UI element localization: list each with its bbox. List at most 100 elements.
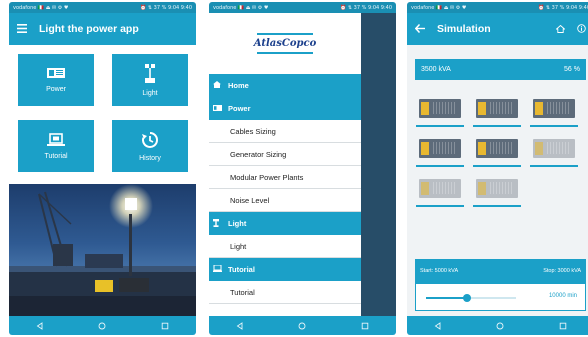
system-navbar — [407, 316, 588, 335]
generator-vent — [490, 102, 514, 114]
total-kva: 3500 kVA — [421, 66, 451, 73]
back-nav-icon[interactable] — [433, 321, 443, 331]
tile-label: Tutorial — [44, 152, 68, 160]
generator-door — [421, 182, 429, 195]
app-bar: Simulation — [407, 13, 588, 45]
tile-power[interactable]: Power — [18, 54, 94, 106]
load-percent: 56 % — [564, 66, 580, 73]
status-bar: vodafone 🇮🇹 ⏏ ✉ ⚙ ♥ ⏰ ⇅ 37 % 9:04 9:40 — [9, 2, 196, 13]
generator-door — [478, 182, 486, 195]
generator-underline — [473, 125, 521, 127]
drawer-menu: Home Power Cables Sizing Generator Sizin… — [209, 74, 361, 304]
generator-door — [535, 142, 543, 155]
laptop-icon — [47, 132, 65, 146]
tile-history[interactable]: History — [112, 120, 188, 172]
menu-section-home[interactable]: Home — [209, 74, 361, 97]
home-screen: vodafone 🇮🇹 ⏏ ✉ ⚙ ♥ ⏰ ⇅ 37 % 9:04 9:40 L… — [9, 2, 196, 335]
menu-section-label: Power — [228, 104, 251, 113]
status-right: ⏰ ⇅ 37 % 9:04 9:40 — [340, 4, 392, 11]
back-nav-icon[interactable] — [35, 321, 45, 331]
start-threshold: Start: 5000 kVA — [420, 268, 459, 274]
logo-bar-top — [257, 33, 313, 35]
status-right: ⏰ ⇅ 37 % 9:04 9:40 — [140, 4, 192, 11]
menu-section-label: Light — [228, 219, 247, 228]
generator-unit-yellow[interactable] — [415, 97, 464, 127]
slider-value: 10000 min — [548, 293, 577, 299]
generator-vent — [547, 102, 571, 114]
slider-fill — [426, 297, 467, 299]
system-navbar — [209, 316, 396, 335]
tile-label: Power — [46, 86, 66, 93]
menu-section-tutorial[interactable]: Tutorial — [209, 258, 361, 281]
status-bar: vodafone 🇮🇹 ⏏ ✉ ⚙ ♥ ⏰ ⇅ 37 % 9:04 9:40 — [407, 2, 588, 13]
hamburger-menu-icon[interactable] — [17, 20, 27, 38]
menu-item-tutorial[interactable]: Tutorial — [209, 281, 361, 304]
light-tower-icon — [145, 63, 155, 83]
generator-vent — [490, 142, 514, 154]
recents-nav-icon[interactable] — [160, 321, 170, 331]
menu-section-power[interactable]: Power — [209, 97, 361, 120]
status-left: vodafone 🇮🇹 ⏏ ✉ ⚙ ♥ — [13, 4, 69, 11]
screen-title: Simulation — [437, 23, 491, 35]
home-nav-icon[interactable] — [495, 321, 505, 331]
home-icon — [213, 81, 223, 90]
drawer-screen: vodafone 🇮🇹 ⏏ ✉ ⚙ ♥ ⏰ ⇅ 37 % 9:04 9:40 A… — [209, 2, 396, 335]
info-icon[interactable] — [577, 20, 586, 38]
load-summary-bar: 3500 kVA 56 % — [415, 59, 586, 80]
generator-unit-grey[interactable] — [529, 137, 578, 167]
app-bar: Light the power app — [9, 13, 196, 45]
tile-label: Light — [142, 89, 158, 97]
light-tower-photo — [9, 184, 196, 316]
logo-bar-bottom — [257, 52, 313, 54]
generator-underline — [473, 165, 521, 167]
menu-section-label: Tutorial — [228, 265, 255, 274]
simulation-screen: vodafone 🇮🇹 ⏏ ✉ ⚙ ♥ ⏰ ⇅ 37 % 9:04 9:40 S… — [407, 2, 588, 335]
menu-item-modular-power-plants[interactable]: Modular Power Plants — [209, 166, 361, 189]
home-nav-icon[interactable] — [297, 321, 307, 331]
home-icon[interactable] — [555, 20, 566, 38]
generator-underline — [530, 125, 578, 127]
generator-door — [535, 102, 543, 115]
recents-nav-icon[interactable] — [558, 321, 568, 331]
generator-vent — [433, 182, 457, 194]
back-nav-icon[interactable] — [235, 321, 245, 331]
home-nav-icon[interactable] — [97, 321, 107, 331]
slider-thumb[interactable] — [462, 294, 471, 302]
generator-underline — [530, 165, 578, 167]
menu-item-cables-sizing[interactable]: Cables Sizing — [209, 120, 361, 143]
system-navbar — [9, 316, 196, 335]
menu-section-light[interactable]: Light — [209, 212, 361, 235]
menu-item-noise-level[interactable]: Noise Level — [209, 189, 361, 212]
generator-underline — [416, 125, 464, 127]
generator-unit-grey[interactable] — [472, 177, 521, 207]
status-left: vodafone 🇮🇹 ⏏ ✉ ⚙ ♥ — [213, 4, 269, 11]
menu-section-label: Home — [228, 81, 249, 90]
status-bar: vodafone 🇮🇹 ⏏ ✉ ⚙ ♥ ⏰ ⇅ 37 % 9:04 9:40 — [209, 2, 396, 13]
generator-unit-grey[interactable] — [415, 177, 464, 207]
tile-tutorial[interactable]: Tutorial — [18, 120, 94, 172]
simulation-body: 3500 kVA 56 % Start: 5000 kVA Stop: 3000… — [407, 45, 588, 316]
generator-icon — [47, 68, 65, 78]
brand-logo: AtlasCopco — [209, 13, 361, 74]
generator-vent — [433, 102, 457, 114]
generator-unit-yellow[interactable] — [472, 97, 521, 127]
time-slider[interactable] — [426, 294, 516, 302]
generator-vent — [547, 142, 571, 154]
menu-item-light[interactable]: Light — [209, 235, 361, 258]
menu-item-generator-sizing[interactable]: Generator Sizing — [209, 143, 361, 166]
generator-unit-yellow[interactable] — [472, 137, 521, 167]
generator-unit-yellow[interactable] — [529, 97, 578, 127]
start-stop-bar: Start: 5000 kVA Stop: 3000 kVA — [415, 259, 586, 283]
navigation-drawer: AtlasCopco Home Power Cables Sizing Gene… — [209, 13, 361, 316]
back-arrow-icon[interactable] — [414, 20, 425, 38]
light-tower-icon — [213, 218, 223, 229]
generator-door — [421, 102, 429, 115]
generator-unit-yellow[interactable] — [415, 137, 464, 167]
status-left: vodafone 🇮🇹 ⏏ ✉ ⚙ ♥ — [411, 4, 467, 11]
generator-door — [478, 102, 486, 115]
stop-threshold: Stop: 3000 kVA — [543, 268, 581, 274]
recents-nav-icon[interactable] — [360, 321, 370, 331]
generator-door — [478, 142, 486, 155]
generator-door — [421, 142, 429, 155]
tile-light[interactable]: Light — [112, 54, 188, 106]
